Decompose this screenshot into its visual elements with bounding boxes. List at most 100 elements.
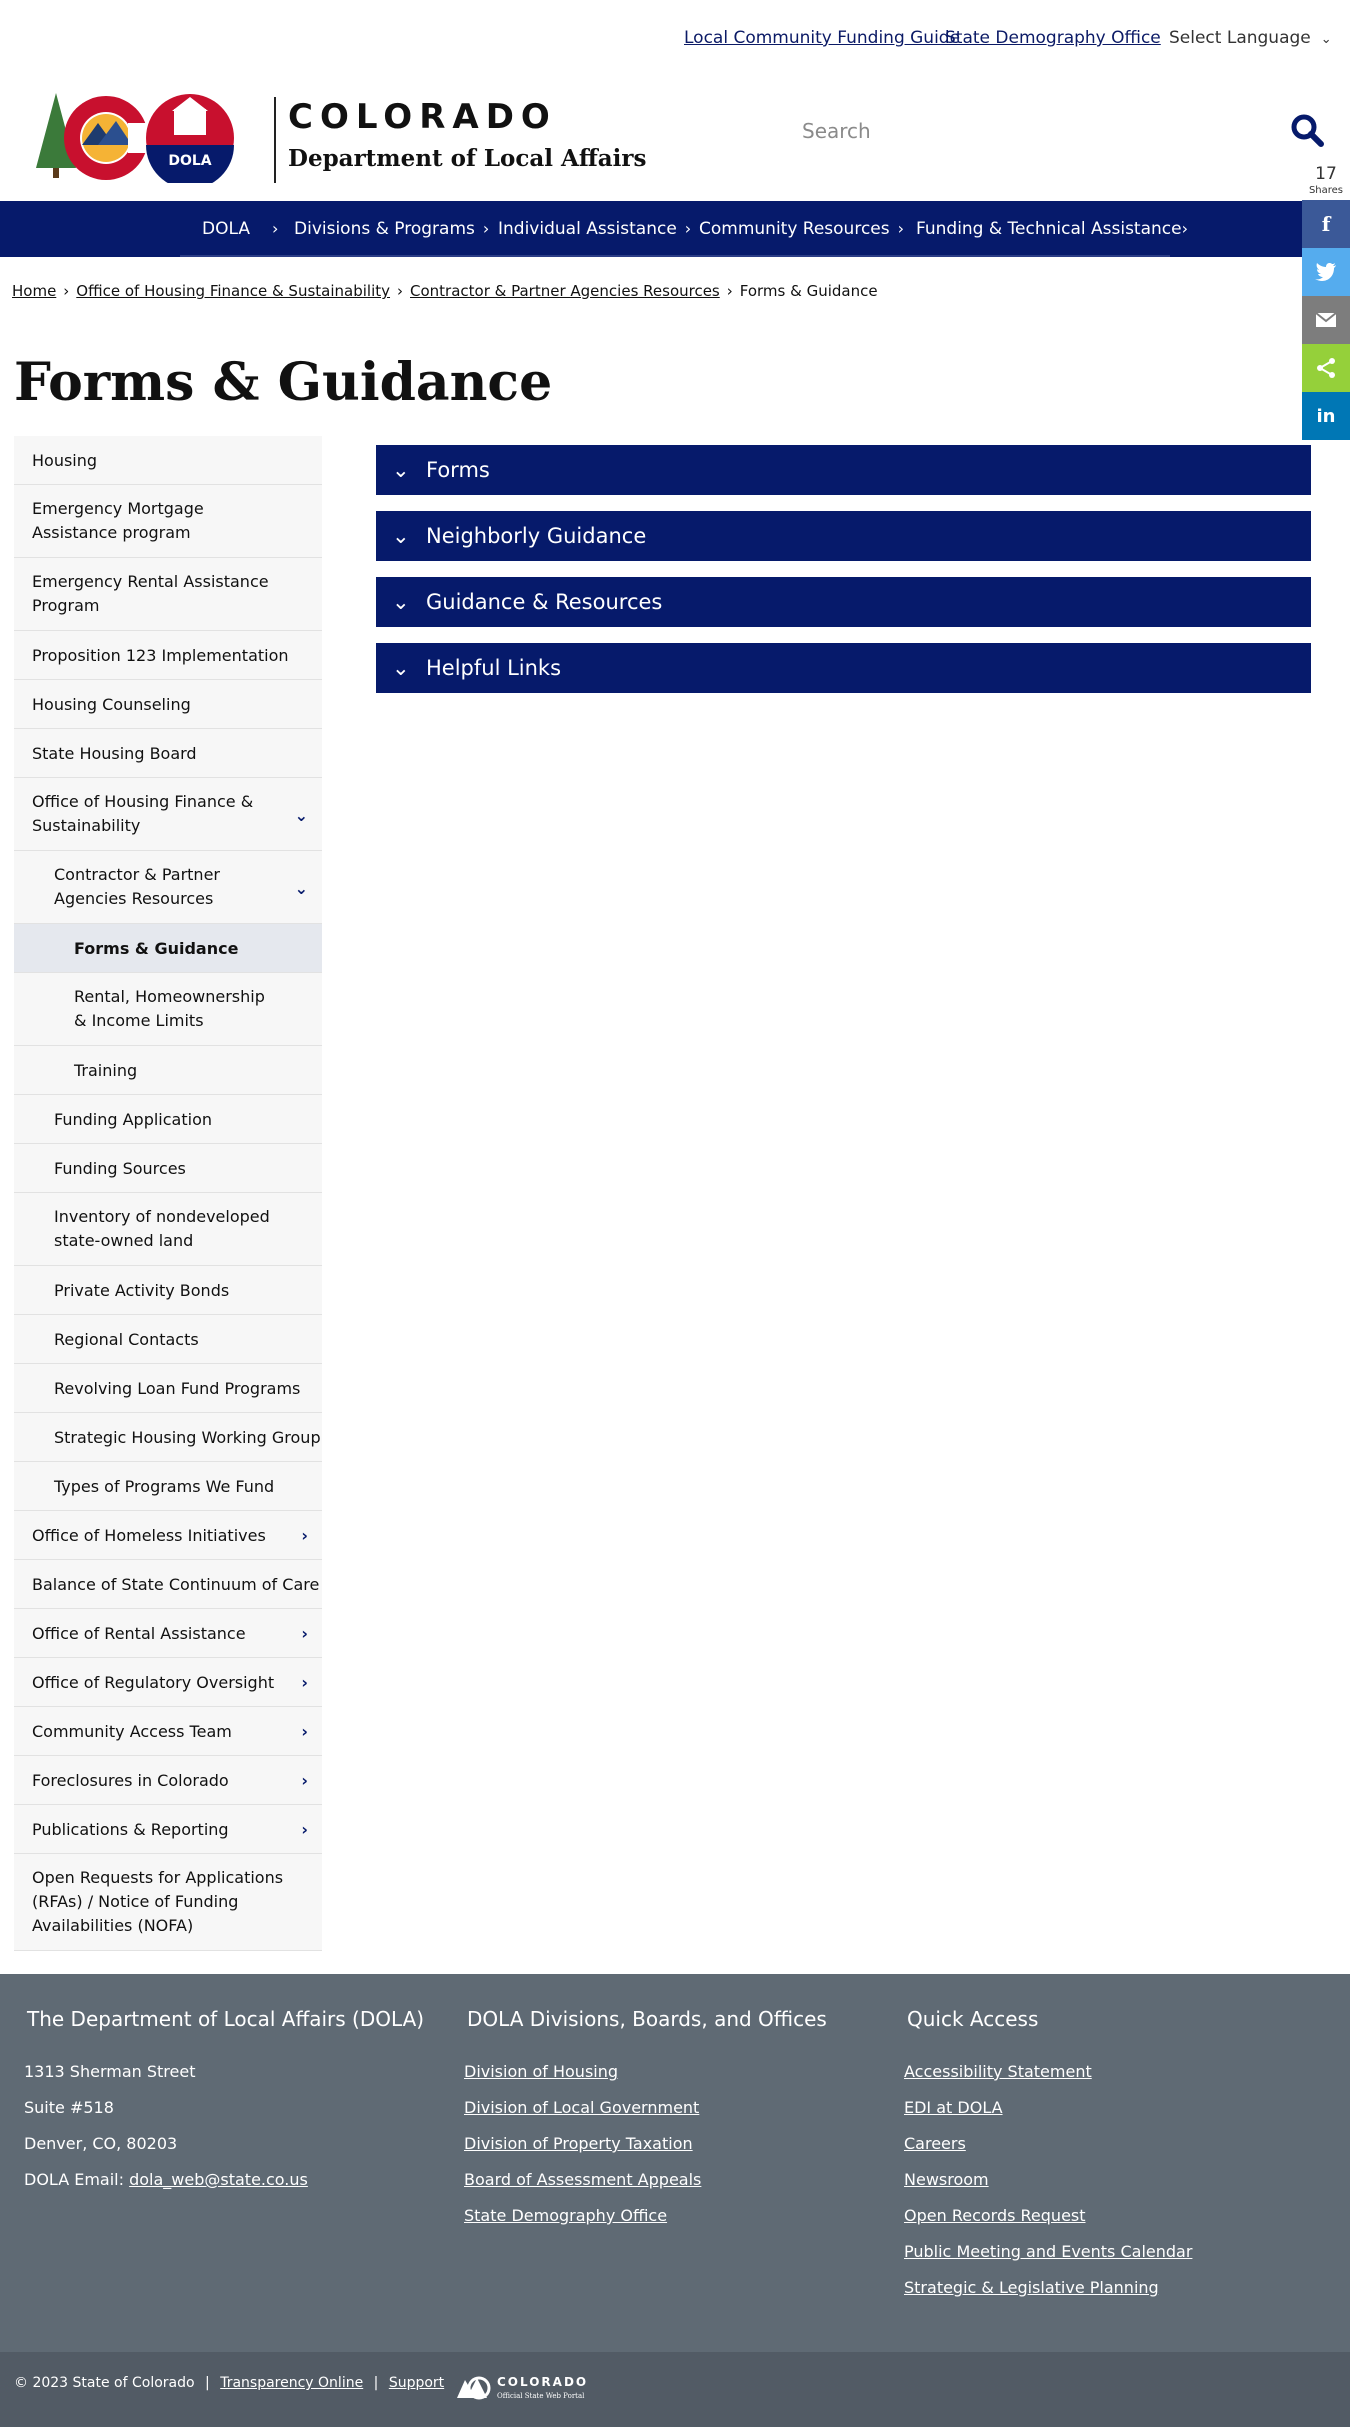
nav-item-label: Divisions & Programs bbox=[294, 219, 475, 239]
sharethis-share-button[interactable] bbox=[1302, 344, 1350, 392]
sidebar-item-proposition-123[interactable]: Proposition 123 Implementation bbox=[14, 631, 322, 680]
breadcrumb-home[interactable]: Home bbox=[12, 282, 56, 300]
sidebar-item-state-housing-board[interactable]: State Housing Board bbox=[14, 729, 322, 778]
nav-item-funding-technical-assistance[interactable]: Funding & Technical Assistance› bbox=[916, 201, 1188, 257]
nav-item-divisions-programs[interactable]: Divisions & Programs › bbox=[294, 201, 489, 257]
sidebar-item-label: Open Requests for Applications (RFAs) / … bbox=[32, 1868, 284, 1935]
sidebar-item-types-programs[interactable]: Types of Programs We Fund bbox=[14, 1462, 322, 1511]
chevron-right-icon: › bbox=[301, 1673, 308, 1692]
sidebar-item-funding-sources[interactable]: Funding Sources bbox=[14, 1144, 322, 1193]
sidebar-item-forms-guidance[interactable]: Forms & Guidance bbox=[14, 924, 322, 973]
sidebar-item-inventory-land[interactable]: Inventory of nondeveloped state-owned la… bbox=[14, 1193, 322, 1266]
sidebar-item-open-requests[interactable]: Open Requests for Applications (RFAs) / … bbox=[14, 1854, 322, 1951]
footer-link-division-property-taxation[interactable]: Division of Property Taxation bbox=[464, 2134, 693, 2153]
copyright-text: © 2023 State of Colorado bbox=[14, 2375, 195, 2391]
chevron-right-icon: › bbox=[897, 219, 905, 238]
sidebar-item-label: State Housing Board bbox=[32, 744, 197, 763]
sidebar-item-label: Training bbox=[74, 1061, 138, 1080]
chevron-right-icon: › bbox=[1181, 219, 1188, 238]
department-name: Department of Local Affairs bbox=[288, 145, 647, 172]
accordion-neighborly-guidance[interactable]: ⌄ Neighborly Guidance bbox=[376, 511, 1311, 561]
main-navigation: DOLA › Divisions & Programs › Individual A… bbox=[0, 201, 1302, 257]
chevron-right-icon: › bbox=[684, 219, 692, 238]
nav-item-community-resources[interactable]: Community Resources › bbox=[699, 201, 904, 257]
footer-logo-sub: Official State Web Portal bbox=[497, 2392, 585, 2400]
accordion-label: Neighborly Guidance bbox=[426, 524, 647, 548]
nav-item-label: Funding & Technical Assistance bbox=[916, 219, 1182, 239]
search-button[interactable] bbox=[1290, 113, 1324, 147]
sidebar-item-training[interactable]: Training bbox=[14, 1046, 322, 1095]
nav-item-label: DOLA bbox=[202, 219, 250, 239]
sidebar-item-foreclosures[interactable]: Foreclosures in Colorado › bbox=[14, 1756, 322, 1805]
support-link[interactable]: Support bbox=[389, 2375, 444, 2391]
footer-link-accessibility[interactable]: Accessibility Statement bbox=[904, 2062, 1092, 2081]
chevron-down-icon: ⌄ bbox=[294, 806, 308, 825]
accordion-label: Forms bbox=[426, 458, 490, 482]
sidebar-item-housing-counseling[interactable]: Housing Counseling bbox=[14, 680, 322, 729]
footer-link-careers[interactable]: Careers bbox=[904, 2134, 966, 2153]
sidebar-item-housing[interactable]: Housing bbox=[14, 436, 322, 485]
chevron-right-icon: › bbox=[301, 1820, 308, 1839]
footer-address-line: Suite #518 bbox=[24, 2098, 114, 2117]
sidebar-item-continuum-care[interactable]: Balance of State Continuum of Care bbox=[14, 1560, 322, 1609]
sidebar-item-funding-application[interactable]: Funding Application bbox=[14, 1095, 322, 1144]
accordion-helpful-links[interactable]: ⌄ Helpful Links bbox=[376, 643, 1311, 693]
sidebar-item-strategic-housing[interactable]: Strategic Housing Working Group bbox=[14, 1413, 322, 1462]
footer-link-state-demography[interactable]: State Demography Office bbox=[464, 2206, 667, 2225]
breadcrumb-separator: › bbox=[726, 282, 733, 300]
sidebar-item-regulatory-oversight[interactable]: Office of Regulatory Oversight › bbox=[14, 1658, 322, 1707]
colorado-wordmark: COLORADO bbox=[288, 97, 557, 137]
language-select[interactable]: Select Language ⌄ bbox=[1169, 28, 1332, 48]
separator: | bbox=[373, 2375, 379, 2391]
footer-link-board-assessment-appeals[interactable]: Board of Assessment Appeals bbox=[464, 2170, 701, 2189]
chevron-right-icon: › bbox=[301, 1771, 308, 1790]
linkedin-share-button[interactable]: in bbox=[1302, 392, 1350, 440]
breadcrumb-contractor-partner[interactable]: Contractor & Partner Agencies Resources bbox=[410, 282, 720, 300]
facebook-share-button[interactable]: f bbox=[1302, 200, 1350, 248]
twitter-share-button[interactable] bbox=[1302, 248, 1350, 296]
email-share-button[interactable] bbox=[1302, 296, 1350, 344]
footer-link-strategic-planning[interactable]: Strategic & Legislative Planning bbox=[904, 2278, 1159, 2297]
sidebar-item-emergency-rental[interactable]: Emergency Rental Assistance Program bbox=[14, 558, 322, 631]
sidebar-item-revolving-loan[interactable]: Revolving Loan Fund Programs bbox=[14, 1364, 322, 1413]
sidebar-item-office-housing-finance[interactable]: Office of Housing Finance & Sustainabili… bbox=[14, 778, 322, 851]
sidebar-item-label: Housing Counseling bbox=[32, 695, 191, 714]
accordion-forms[interactable]: ⌄ Forms bbox=[376, 445, 1311, 495]
nav-item-individual-assistance[interactable]: Individual Assistance › bbox=[498, 201, 691, 257]
accordion-guidance-resources[interactable]: ⌄ Guidance & Resources bbox=[376, 577, 1311, 627]
footer-link-public-meetings[interactable]: Public Meeting and Events Calendar bbox=[904, 2242, 1192, 2261]
breadcrumb-current: Forms & Guidance bbox=[739, 282, 878, 300]
sidebar-item-emergency-mortgage[interactable]: Emergency Mortgage Assistance program bbox=[14, 485, 322, 558]
footer-link-open-records[interactable]: Open Records Request bbox=[904, 2206, 1086, 2225]
breadcrumb-separator: › bbox=[63, 282, 70, 300]
footer-link-edi[interactable]: EDI at DOLA bbox=[904, 2098, 1003, 2117]
sidebar-item-label: Forms & Guidance bbox=[74, 939, 239, 958]
share-icon bbox=[1317, 358, 1335, 378]
sidebar-item-contractor-partner[interactable]: Contractor & Partner Agencies Resources ⌄ bbox=[14, 851, 322, 924]
footer-email-link[interactable]: dola_web@state.co.us bbox=[129, 2170, 308, 2189]
sidebar-item-community-access[interactable]: Community Access Team › bbox=[14, 1707, 322, 1756]
sidebar-item-rental-homeownership[interactable]: Rental, Homeownership & Income Limits bbox=[14, 973, 322, 1046]
sidebar-item-regional-contacts[interactable]: Regional Contacts bbox=[14, 1315, 322, 1364]
sidebar-item-rental-assistance[interactable]: Office of Rental Assistance › bbox=[14, 1609, 322, 1658]
colorado-portal-logo[interactable]: COLORADO Official State Web Portal bbox=[455, 2372, 605, 2404]
page-title: Forms & Guidance bbox=[14, 352, 553, 413]
footer-link-division-housing[interactable]: Division of Housing bbox=[464, 2062, 618, 2081]
footer-link-newsroom[interactable]: Newsroom bbox=[904, 2170, 989, 2189]
footer-link-division-local-government[interactable]: Division of Local Government bbox=[464, 2098, 699, 2117]
nav-item-dola[interactable]: DOLA › bbox=[202, 201, 278, 257]
local-community-funding-guide-link[interactable]: Local Community Funding Guide bbox=[684, 28, 960, 48]
search-input[interactable] bbox=[800, 107, 1284, 155]
linkedin-icon: in bbox=[1316, 405, 1336, 427]
breadcrumb-office-housing-finance[interactable]: Office of Housing Finance & Sustainabili… bbox=[76, 282, 390, 300]
colorado-dola-logo-mark: DOLA bbox=[36, 93, 234, 189]
sidebar-item-homeless-initiatives[interactable]: Office of Homeless Initiatives › bbox=[14, 1511, 322, 1560]
sidebar-item-label: Strategic Housing Working Group bbox=[54, 1428, 321, 1447]
sidebar-item-publications[interactable]: Publications & Reporting › bbox=[14, 1805, 322, 1854]
state-demography-office-link[interactable]: State Demography Office bbox=[945, 28, 1161, 48]
sidebar-item-private-activity-bonds[interactable]: Private Activity Bonds bbox=[14, 1266, 322, 1315]
dola-logo[interactable]: DOLA COLORADO Department of Local Affair… bbox=[28, 83, 646, 189]
sidebar-item-label: Publications & Reporting bbox=[32, 1820, 229, 1839]
transparency-online-link[interactable]: Transparency Online bbox=[220, 2375, 363, 2391]
utility-bar: Local Community Funding Guide State Demo… bbox=[0, 0, 1350, 75]
